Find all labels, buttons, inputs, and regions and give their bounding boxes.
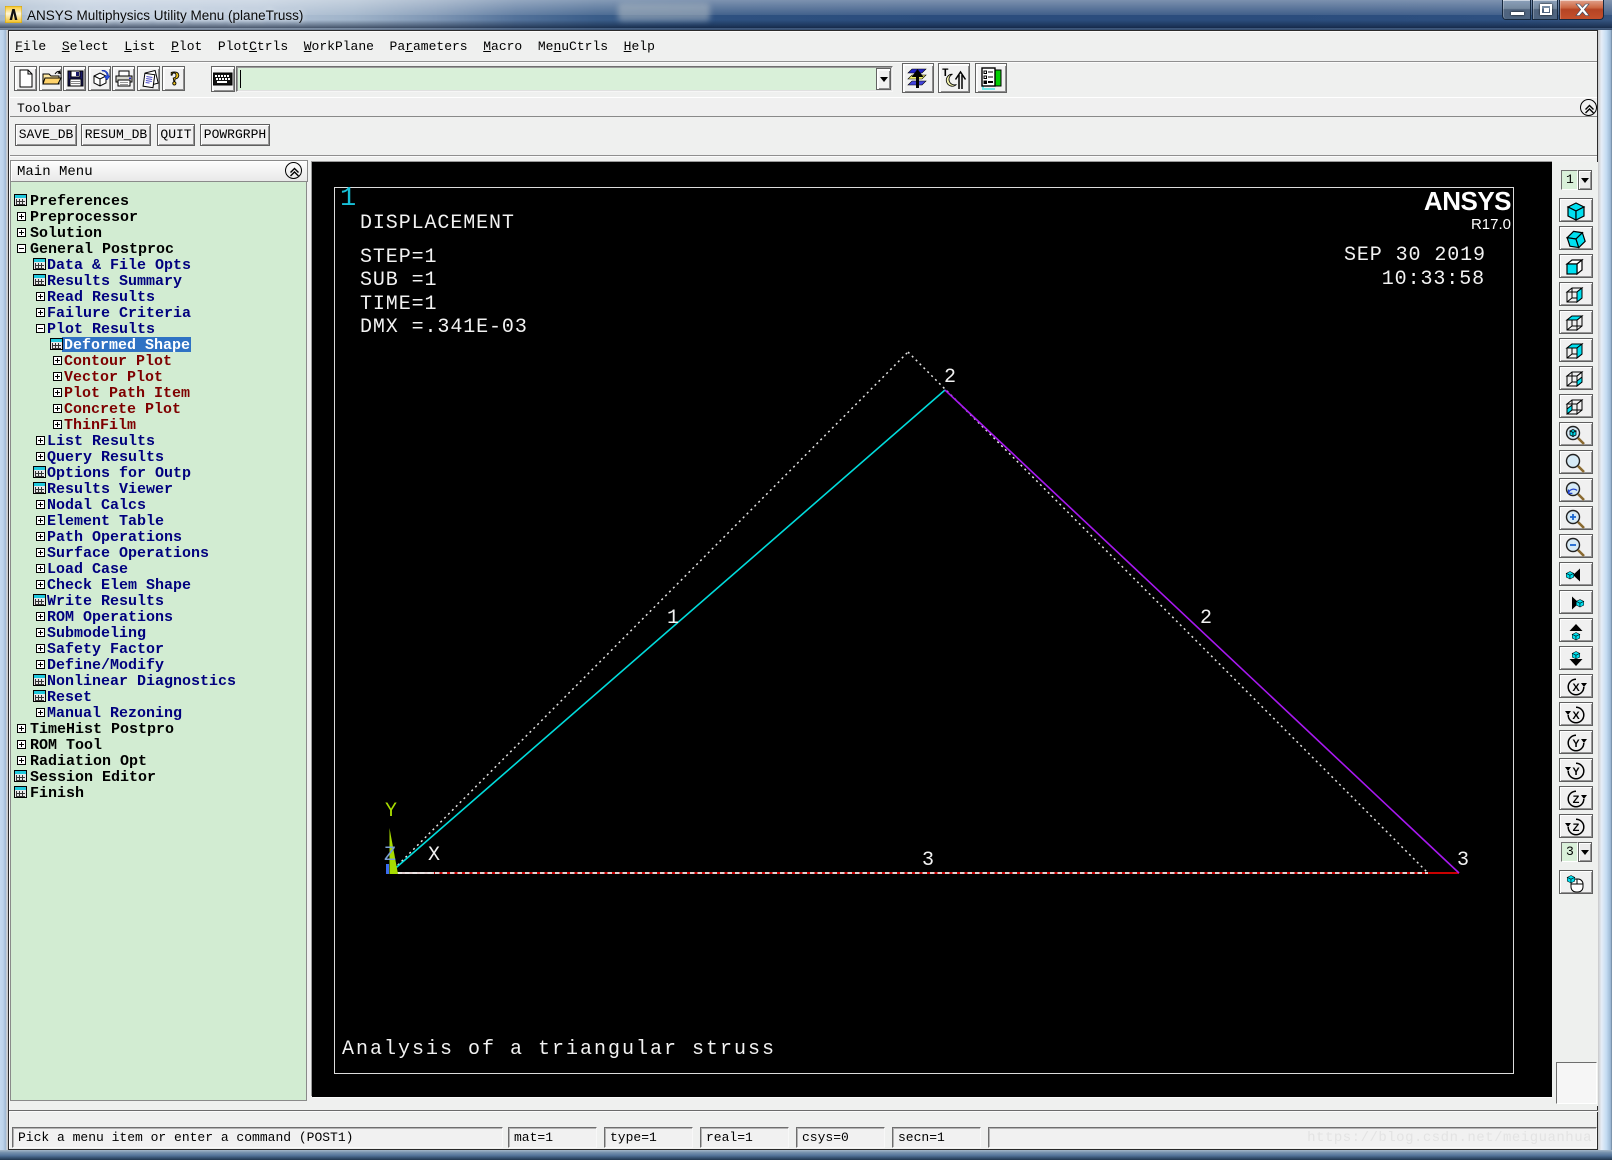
svg-text:Z: Z xyxy=(1573,794,1580,806)
svg-text:Y: Y xyxy=(1572,766,1580,778)
svg-text:Y: Y xyxy=(1572,738,1580,750)
svg-text:X: X xyxy=(1572,682,1580,694)
svg-text:?: ? xyxy=(170,68,180,89)
svg-text:Z: Z xyxy=(1573,822,1580,834)
svg-text:X: X xyxy=(1572,710,1580,722)
